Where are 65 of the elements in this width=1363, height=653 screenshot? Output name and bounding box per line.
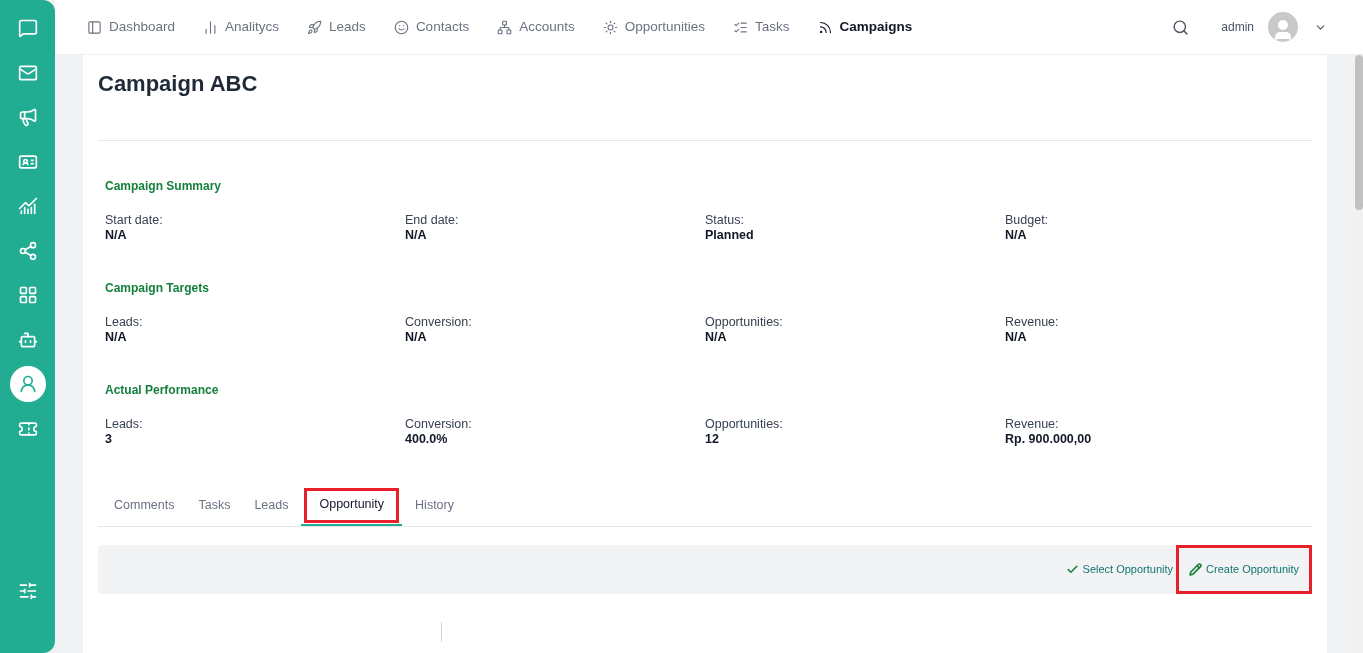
user-icon xyxy=(17,374,38,394)
search-icon[interactable] xyxy=(1172,18,1190,36)
nav-link[interactable]: Analitycs xyxy=(203,16,280,38)
megaphone-icon xyxy=(17,107,38,127)
avatar[interactable] xyxy=(1268,12,1298,42)
chat-icon xyxy=(17,18,38,38)
nav-link[interactable]: Campaigns xyxy=(817,16,913,38)
field-value: N/A xyxy=(705,330,728,345)
share-icon xyxy=(17,240,38,261)
section-heading: Campaign Targets xyxy=(105,280,210,297)
nav-link[interactable]: Tasks xyxy=(733,16,790,38)
field-value: N/A xyxy=(405,228,428,243)
tab[interactable]: History xyxy=(404,485,465,526)
field-label: Revenue: xyxy=(1005,417,1060,432)
field-value: Rp. 900.000,00 xyxy=(1005,432,1093,447)
field-label: Revenue: xyxy=(1005,315,1060,330)
nav-link[interactable]: Leads xyxy=(307,16,366,38)
field-value: N/A xyxy=(1005,330,1028,345)
tab[interactable]: Leads xyxy=(243,485,300,526)
bar-chart-icon xyxy=(203,19,219,35)
field-value: N/A xyxy=(105,228,128,243)
section-heading: Actual Performance xyxy=(105,382,220,399)
nav-link[interactable]: Opportunities xyxy=(602,16,705,38)
field-label: Conversion: xyxy=(405,417,473,432)
action-link[interactable]: Create Opportunity xyxy=(1176,545,1312,594)
field-value: 400.0% xyxy=(405,432,449,447)
chart-icon xyxy=(17,196,38,216)
nav-link[interactable]: Accounts xyxy=(497,16,575,38)
rocket-icon xyxy=(307,19,323,35)
field-value: 3 xyxy=(105,432,113,447)
network-icon xyxy=(497,19,513,35)
section-heading: Campaign Summary xyxy=(105,178,223,195)
check-icon xyxy=(1065,563,1079,576)
field-value: 12 xyxy=(705,432,720,447)
field-label: Status: xyxy=(705,213,745,228)
tab[interactable]: Comments xyxy=(103,485,186,526)
user-name: admin xyxy=(1221,19,1254,36)
field-label: Leads: xyxy=(105,315,144,330)
grid-icon xyxy=(17,285,38,305)
sidebar-item[interactable] xyxy=(9,366,46,402)
field-label: Opportunities: xyxy=(705,417,784,432)
field-label: Start date: xyxy=(105,213,164,228)
tab[interactable]: Tasks xyxy=(187,485,242,526)
panel-icon xyxy=(87,19,102,35)
field-label: Opportunities: xyxy=(705,315,784,330)
pencil-icon xyxy=(1189,563,1203,576)
rss-icon xyxy=(817,19,833,35)
field-value: N/A xyxy=(1005,228,1028,243)
scrollbar-thumb[interactable] xyxy=(1355,55,1363,210)
action-link[interactable]: Select Opportunity xyxy=(1062,545,1177,594)
settings-icon xyxy=(17,581,38,601)
checklist-icon xyxy=(733,19,748,35)
field-label: Leads: xyxy=(105,417,144,432)
tab[interactable]: Opportunity xyxy=(301,485,403,526)
field-label: End date: xyxy=(405,213,460,228)
field-value: N/A xyxy=(405,330,428,345)
field-value: Planned xyxy=(705,228,755,243)
page-title: Campaign ABC xyxy=(98,70,259,98)
sun-icon xyxy=(602,19,618,35)
field-label: Conversion: xyxy=(405,315,473,330)
field-label: Budget: xyxy=(1005,213,1050,228)
smiley-icon xyxy=(393,19,409,35)
field-value: N/A xyxy=(105,330,128,345)
nav-link[interactable]: Dashboard xyxy=(87,16,176,38)
nav-link[interactable]: Contacts xyxy=(393,16,470,38)
